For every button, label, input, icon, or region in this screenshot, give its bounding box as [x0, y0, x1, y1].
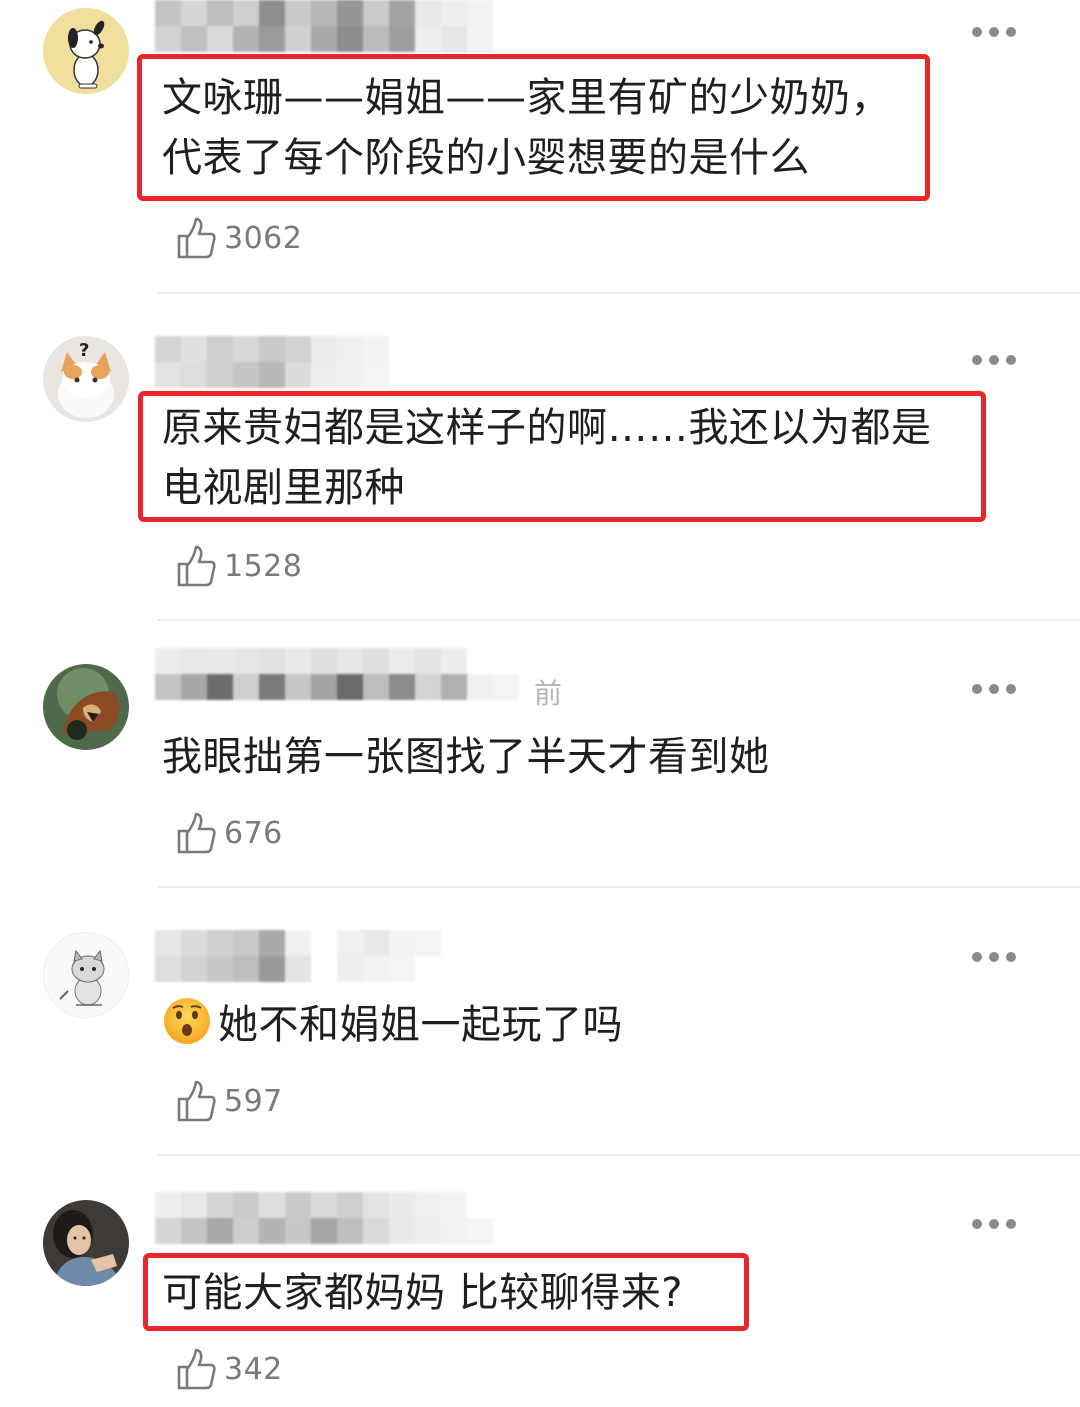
svg-text:?: ?: [79, 340, 89, 361]
more-options-icon[interactable]: [972, 26, 1016, 38]
like-count: 1528: [224, 548, 303, 584]
like-button[interactable]: 676: [176, 809, 283, 857]
confused-cat-avatar-icon[interactable]: ?: [43, 336, 129, 422]
divider: [158, 619, 1080, 621]
like-count: 342: [224, 1351, 283, 1387]
more-options-icon[interactable]: [972, 1218, 1016, 1230]
like-count: 676: [224, 815, 283, 851]
comment-text: 她不和娟姐一起玩了吗: [162, 995, 623, 1055]
more-options-icon[interactable]: [972, 354, 1016, 366]
comment-text: 文咏珊——娟姐——家里有矿的少奶奶， 代表了每个阶段的小婴想要的是什么: [162, 75, 891, 181]
roaring-lion-avatar-icon[interactable]: [43, 664, 129, 750]
comment-text: 我眼拙第一张图找了半天才看到她: [162, 734, 770, 780]
woman-photo-avatar-icon[interactable]: [43, 1200, 129, 1286]
cartoon-cat-avatar-icon[interactable]: [43, 932, 129, 1018]
divider: [158, 886, 1080, 888]
thumbs-up-icon: [177, 545, 216, 587]
thumbs-up-icon: [177, 1080, 216, 1122]
comment-text: 可能大家都妈妈 比较聊得来?: [162, 1270, 683, 1316]
divider: [158, 1154, 1080, 1156]
hushed-face-emoji-icon: [164, 998, 210, 1044]
username-blurred[interactable]: [155, 0, 515, 52]
more-options-icon[interactable]: [972, 683, 1016, 695]
thumbs-up-icon: [177, 812, 216, 854]
timestamp-fragment: 前: [534, 677, 563, 710]
thumbs-up-icon: [177, 1348, 216, 1390]
username-blurred[interactable]: [155, 1192, 515, 1244]
like-button[interactable]: 3062: [176, 214, 302, 262]
like-button[interactable]: 597: [176, 1077, 283, 1125]
username-blurred[interactable]: [155, 648, 519, 700]
comment-text: 原来贵妇都是这样子的啊……我还以为都是 电视剧里那种: [162, 405, 932, 511]
username-blurred[interactable]: [155, 930, 515, 982]
like-count: 3062: [224, 220, 303, 256]
more-options-icon[interactable]: [972, 951, 1016, 963]
divider: [158, 292, 1080, 294]
like-count: 597: [224, 1083, 283, 1119]
username-blurred[interactable]: [155, 336, 515, 388]
like-button[interactable]: 342: [176, 1345, 283, 1393]
thumbs-up-icon: [177, 217, 216, 259]
like-button[interactable]: 1528: [176, 542, 302, 590]
snoopy-avatar-icon[interactable]: [43, 8, 129, 94]
